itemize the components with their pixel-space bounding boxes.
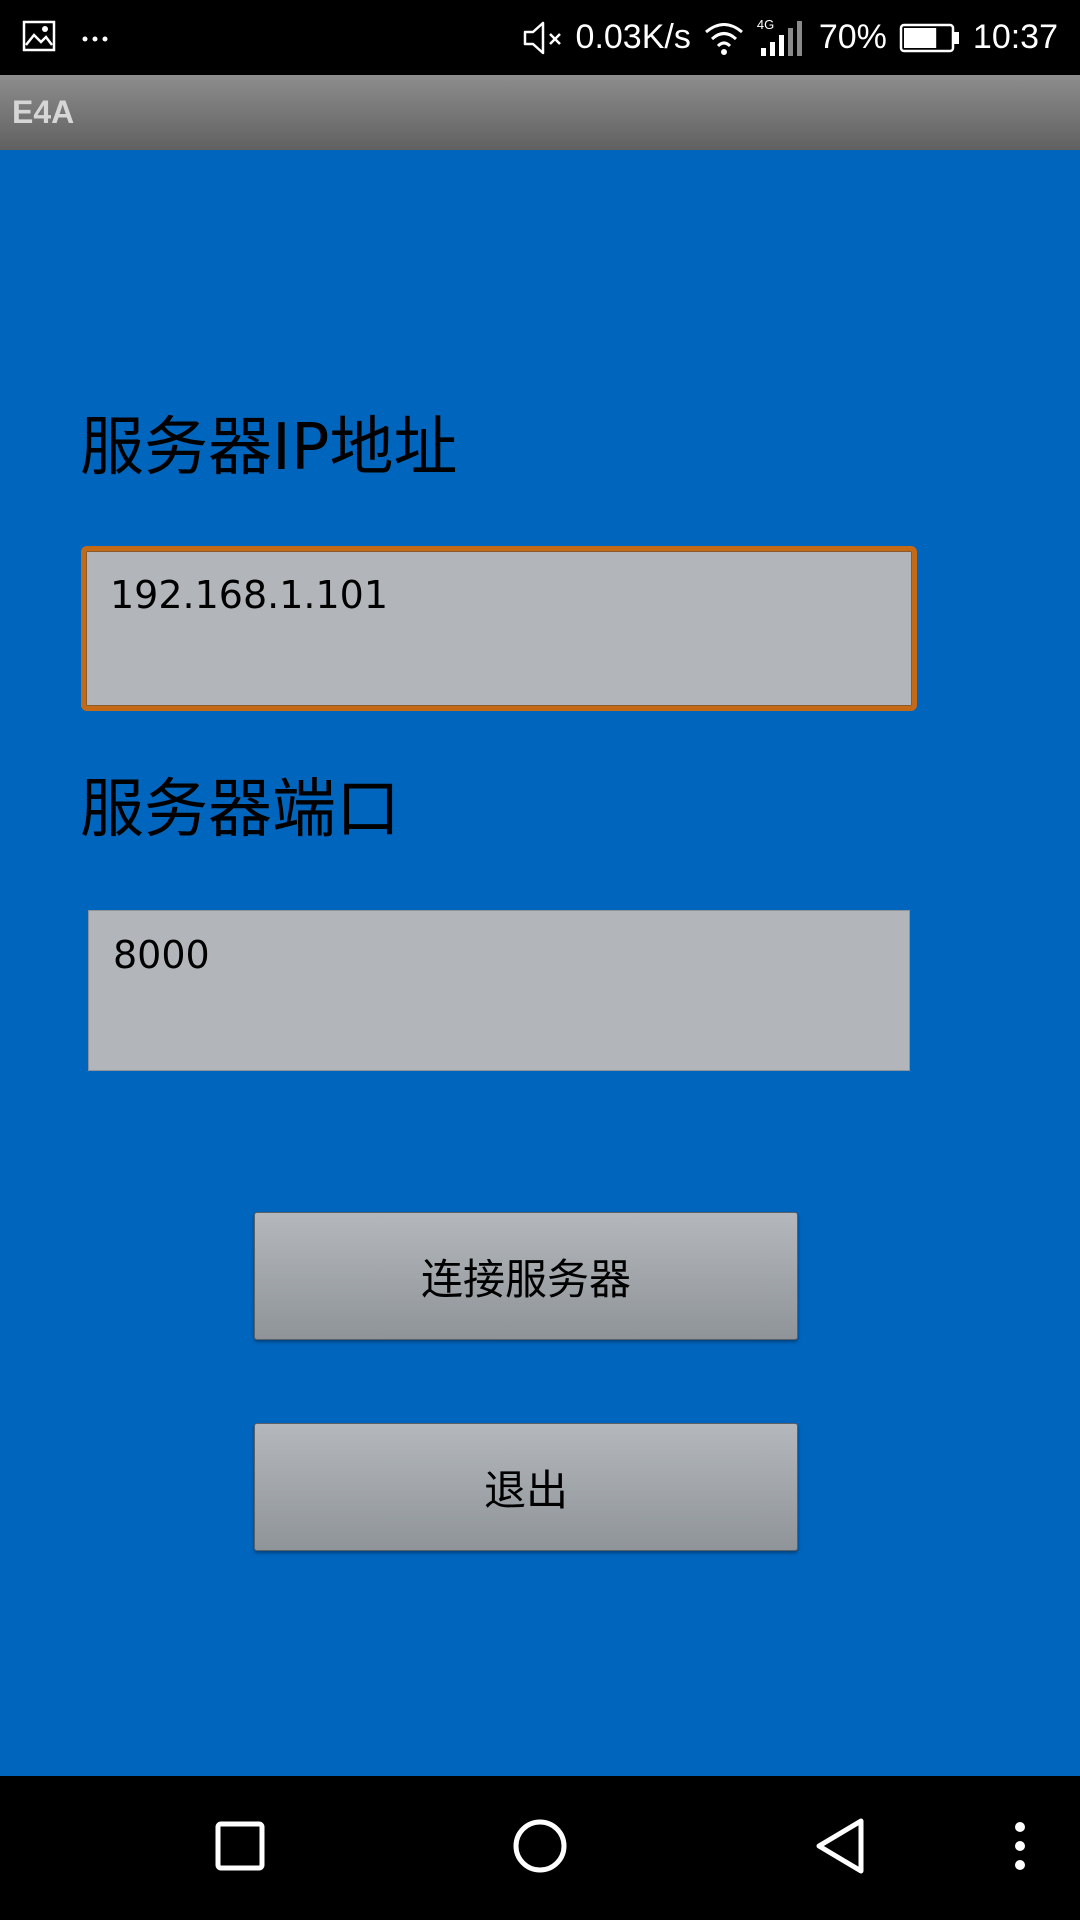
mute-icon (522, 20, 564, 56)
recent-apps-icon (215, 1821, 265, 1875)
server-port-label: 服务器端口 (80, 773, 400, 847)
home-icon (512, 1818, 568, 1878)
image-icon (22, 20, 56, 56)
battery-icon (899, 23, 961, 53)
connect-server-button-label: 连接服务器 (420, 1254, 631, 1304)
navigation-bar (0, 1776, 1080, 1920)
clock: 10:37 (972, 18, 1058, 56)
more-dots-icon (82, 28, 108, 47)
server-ip-label: 服务器IP地址 (80, 411, 458, 485)
battery-percent: 70% (818, 18, 887, 56)
network-speed: 0.03K/s (575, 18, 691, 56)
back-button[interactable] (800, 1776, 880, 1920)
exit-button-label: 退出 (483, 1465, 568, 1515)
wifi-icon (703, 21, 745, 55)
app-title: E4A (12, 94, 75, 130)
battery-level-fill (903, 27, 937, 48)
server-ip-input[interactable]: 192.168.1.101 (81, 546, 917, 711)
cellular-signal-icon: 4G (757, 18, 807, 58)
app-title-bar: E4A (0, 75, 1080, 150)
menu-icon (1014, 1821, 1026, 1875)
connect-server-button[interactable]: 连接服务器 (254, 1212, 798, 1340)
exit-button[interactable]: 退出 (254, 1423, 798, 1551)
server-port-input[interactable]: 8000 (88, 910, 910, 1071)
status-left-icons (22, 0, 108, 75)
status-right-icons: 0.03K/s 4G 70% 10:37 (522, 0, 1058, 75)
overflow-menu-button[interactable] (1000, 1776, 1040, 1920)
home-button[interactable] (500, 1776, 580, 1920)
recent-apps-button[interactable] (200, 1776, 280, 1920)
back-icon (813, 1817, 867, 1879)
status-bar: 0.03K/s 4G 70% 10:37 (0, 0, 1080, 75)
